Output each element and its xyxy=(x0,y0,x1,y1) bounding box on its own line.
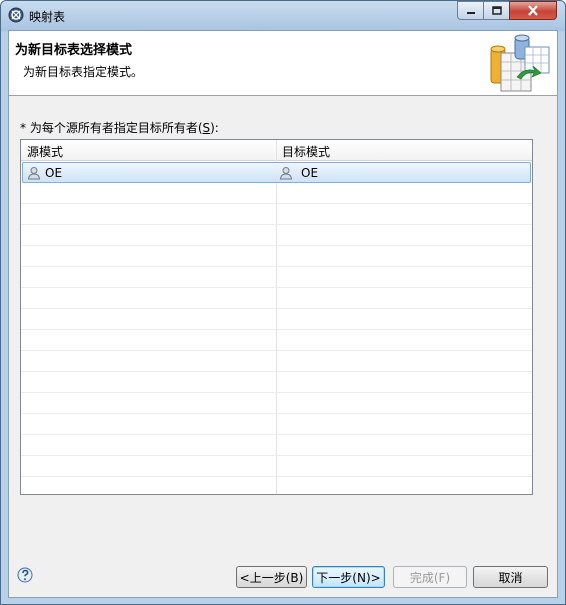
column-header-target-schema[interactable]: 目标模式 xyxy=(282,143,330,160)
empty-table-row xyxy=(21,183,532,204)
user-icon xyxy=(279,167,293,180)
database-table-icon xyxy=(490,34,550,92)
empty-table-row xyxy=(21,414,532,435)
maximize-button[interactable] xyxy=(483,1,510,20)
table-row[interactable]: OE OE xyxy=(22,162,531,183)
close-icon xyxy=(528,5,538,16)
window-title: 映射表 xyxy=(29,10,66,24)
page-description: 为新目标表指定模式。 xyxy=(23,65,144,79)
mapping-label-prefix: * 为每个源所有者指定目标所有者( xyxy=(20,121,203,135)
title-bar[interactable]: 映射表 xyxy=(1,1,565,29)
dialog-window: 映射表 为新目标表选择模式 为新目标表指定模式。 * 为每个源所有者指定目标所有… xyxy=(0,0,566,605)
target-schema-value: OE xyxy=(301,166,319,180)
eclipse-icon xyxy=(8,7,24,23)
column-header-source-schema[interactable]: 源模式 xyxy=(27,143,63,160)
minimize-icon xyxy=(466,11,475,14)
close-button[interactable] xyxy=(509,1,557,20)
empty-table-row xyxy=(21,267,532,288)
target-schema-cell[interactable]: OE xyxy=(279,166,318,180)
empty-table-row xyxy=(21,351,532,372)
schema-mapping-table[interactable]: 源模式 目标模式 OE OE xyxy=(20,139,533,495)
minimize-button[interactable] xyxy=(457,1,484,20)
empty-table-row xyxy=(21,330,532,351)
source-schema-cell[interactable]: OE xyxy=(27,166,62,180)
next-button[interactable]: 下一步(N)> xyxy=(312,566,385,588)
empty-table-row xyxy=(21,456,532,477)
empty-table-row xyxy=(21,225,532,246)
user-icon xyxy=(27,167,41,180)
back-button[interactable]: <上一步(B) xyxy=(236,566,307,588)
mapping-label: * 为每个源所有者指定目标所有者(S): xyxy=(20,119,219,136)
maximize-icon xyxy=(491,6,502,15)
mapping-label-mnemonic: S xyxy=(202,121,211,135)
empty-table-row xyxy=(21,477,532,494)
empty-table-row xyxy=(21,393,532,414)
finish-button[interactable]: 完成(F) xyxy=(393,566,467,588)
empty-table-row xyxy=(21,435,532,456)
empty-table-row xyxy=(21,309,532,330)
dialog-client-area: 为新目标表选择模式 为新目标表指定模式。 * 为每个源所有者指定目标所有者(S)… xyxy=(8,30,558,598)
source-schema-value: OE xyxy=(45,166,63,180)
mapping-label-suffix: ): xyxy=(210,121,219,135)
empty-table-row xyxy=(21,204,532,225)
empty-table-row xyxy=(21,246,532,267)
empty-table-row xyxy=(21,372,532,393)
cancel-button[interactable]: 取消 xyxy=(473,566,548,588)
wizard-header: 为新目标表选择模式 为新目标表指定模式。 xyxy=(9,31,557,96)
page-title: 为新目标表选择模式 xyxy=(15,43,133,58)
help-icon[interactable] xyxy=(17,567,33,583)
empty-table-row xyxy=(21,288,532,309)
